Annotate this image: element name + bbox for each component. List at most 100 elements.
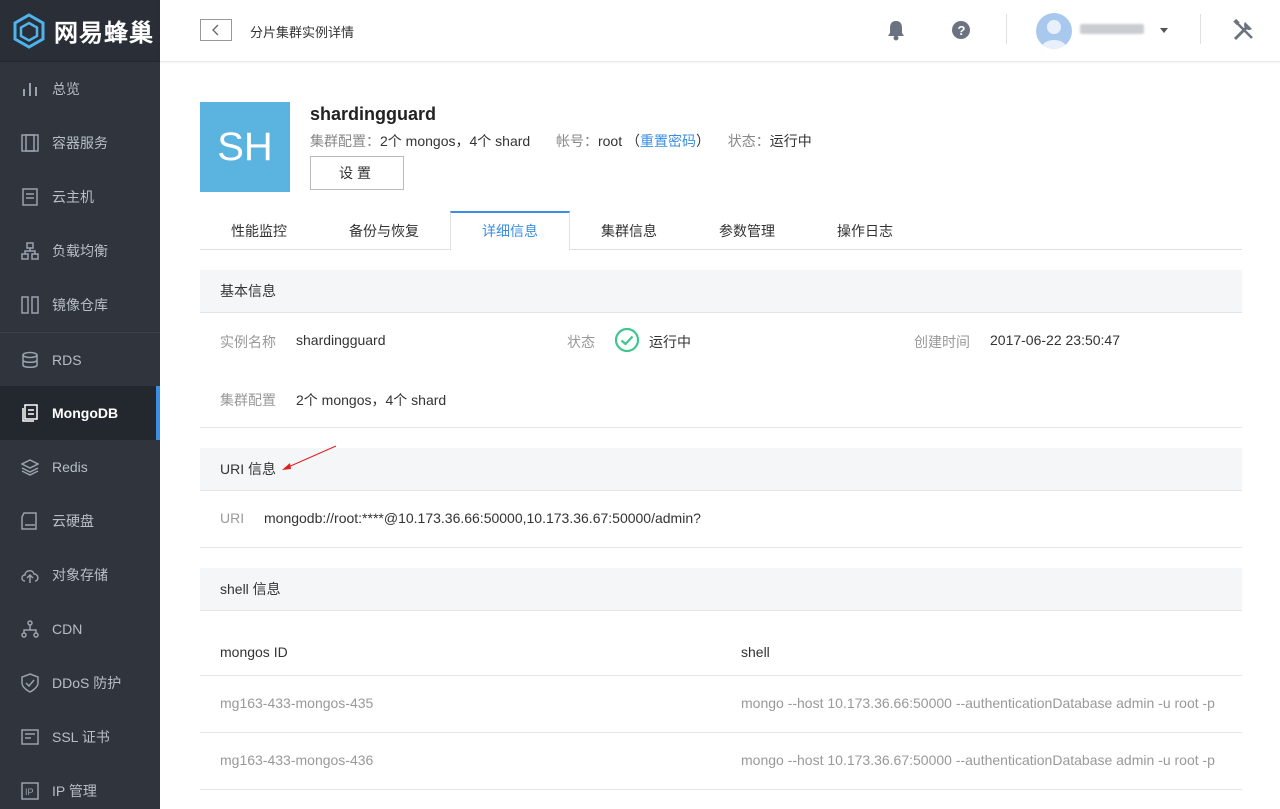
- shell-command-cell[interactable]: mongo --host 10.173.36.67:50000 --authen…: [741, 752, 1215, 768]
- shield-icon: [20, 673, 40, 693]
- tab-details[interactable]: 详细信息: [450, 211, 570, 251]
- annotation-arrow-icon: [282, 445, 337, 470]
- username-redacted[interactable]: [1080, 24, 1144, 34]
- paren-open: （: [625, 133, 640, 149]
- caret-down-icon[interactable]: [1160, 28, 1168, 33]
- page-title: 分片集群实例详情: [250, 25, 355, 40]
- avatar[interactable]: [1036, 13, 1072, 49]
- brand-name: 网易蜂巢: [54, 20, 154, 47]
- column-header-shell: shell: [741, 644, 770, 660]
- notification-button[interactable]: [884, 18, 908, 42]
- created-time-label: 创建时间: [914, 334, 970, 350]
- sidebar-item-container[interactable]: 容器服务: [0, 116, 160, 170]
- sidebar-item-redis[interactable]: Redis: [0, 440, 160, 494]
- sidebar-item-rds[interactable]: RDS: [0, 332, 160, 386]
- sidebar-item-label: DDoS 防护: [52, 675, 122, 691]
- sidebar-item-registry[interactable]: 镜像仓库: [0, 278, 160, 332]
- database-icon: [20, 350, 40, 370]
- cube-logo-icon: [13, 12, 45, 49]
- tab-logs[interactable]: 操作日志: [806, 211, 924, 250]
- sidebar-item-label: SSL 证书: [52, 729, 110, 745]
- status-value: 运行中: [769, 133, 812, 149]
- mongos-id-cell: mg163-433-mongos-435: [220, 695, 374, 711]
- sidebar-item-label: 云硬盘: [52, 513, 94, 529]
- layers-icon: [20, 457, 40, 477]
- divider: [200, 675, 1242, 676]
- tools-button[interactable]: [1232, 18, 1256, 42]
- disk-icon: [20, 511, 40, 531]
- ip-icon: IP: [20, 781, 40, 801]
- account-label: 帐号：: [555, 133, 598, 149]
- back-button[interactable]: [200, 19, 232, 41]
- sidebar-item-mongodb[interactable]: MongoDB: [0, 386, 160, 440]
- account-value: root: [597, 133, 623, 149]
- sidebar-item-storage[interactable]: 对象存储: [0, 548, 160, 602]
- cluster-config-value: 2个 mongos，4个 shard: [380, 133, 531, 149]
- column-header-mongos-id: mongos ID: [220, 644, 288, 660]
- sidebar-item-label: Redis: [52, 459, 88, 475]
- sidebar-item-label: RDS: [52, 351, 82, 368]
- mongos-id-cell: mg163-433-mongos-436: [220, 752, 374, 768]
- uri-info-header: URI 信息: [200, 448, 1242, 491]
- instance-name-label: 实例名称: [220, 334, 276, 350]
- question-circle-icon: ?: [952, 21, 970, 39]
- sidebar-item-overview[interactable]: 总览: [0, 62, 160, 116]
- sidebar-item-loadbalancer[interactable]: 负载均衡: [0, 224, 160, 278]
- sidebar-item-label: CDN: [52, 621, 83, 637]
- sidebar-item-disk[interactable]: 云硬盘: [0, 494, 160, 548]
- sidebar-item-ddos[interactable]: DDoS 防护: [0, 656, 160, 710]
- sidebar-item-label: 云主机: [52, 189, 94, 205]
- help-button[interactable]: ?: [949, 18, 973, 42]
- paren-close: ）: [695, 133, 710, 149]
- shell-command-cell[interactable]: mongo --host 10.173.36.66:50000 --authen…: [741, 695, 1215, 711]
- sidebar-item-label: 总览: [52, 81, 80, 97]
- svg-text:IP: IP: [25, 787, 34, 797]
- tools-icon: [1233, 18, 1253, 41]
- tab-cluster[interactable]: 集群信息: [570, 211, 688, 250]
- header-divider: [1006, 14, 1007, 44]
- sidebar-item-ip[interactable]: IP IP 管理: [0, 764, 160, 809]
- tab-params[interactable]: 参数管理: [688, 211, 806, 250]
- sidebar-item-label: IP 管理: [52, 783, 97, 799]
- sidebar-item-label: 对象存储: [52, 567, 108, 583]
- uri-value[interactable]: mongodb://root:****@10.173.36.66:50000,1…: [264, 510, 701, 526]
- tab-backup[interactable]: 备份与恢复: [318, 211, 450, 250]
- sidebar-item-ssl[interactable]: SSL 证书: [0, 710, 160, 764]
- repository-icon: [20, 295, 40, 315]
- divider: [200, 427, 1242, 428]
- status-label: 状态：: [727, 133, 770, 149]
- created-time-value: 2017-06-22 23:50:47: [990, 332, 1120, 348]
- top-header: 分片集群实例详情 ?: [160, 0, 1280, 62]
- divider: [200, 732, 1242, 733]
- reset-password-link[interactable]: 重置密码: [640, 133, 696, 149]
- cluster-config-label: 集群配置：: [310, 133, 380, 149]
- tab-bar: 性能监控 备份与恢复 详细信息 集群信息 参数管理 操作日志: [200, 211, 1242, 251]
- container-icon: [20, 133, 40, 153]
- certificate-icon: [20, 727, 40, 747]
- tab-performance[interactable]: 性能监控: [200, 211, 318, 250]
- cluster-config-value: 2个 mongos，4个 shard: [296, 392, 447, 408]
- sidebar-item-label: 容器服务: [52, 135, 108, 151]
- server-icon: [20, 187, 40, 207]
- svg-text:?: ?: [958, 23, 966, 38]
- brand-logo[interactable]: 网易蜂巢: [0, 0, 160, 62]
- instance-avatar: SH: [200, 102, 290, 192]
- bar-chart-icon: [20, 79, 40, 99]
- sidebar-nav: 总览 容器服务 云主机 负载均衡 镜像仓库 RDS MongoDB Redis: [0, 62, 160, 809]
- status-label: 状态: [567, 334, 595, 350]
- sidebar-item-label: MongoDB: [52, 405, 119, 421]
- sidebar-item-cvm[interactable]: 云主机: [0, 170, 160, 224]
- divider: [200, 789, 1242, 790]
- divider: [200, 547, 1242, 548]
- settings-button[interactable]: 设置: [310, 156, 404, 190]
- sidebar-item-label: 负载均衡: [52, 243, 108, 259]
- instance-name-value: shardingguard: [296, 332, 386, 348]
- instance-meta: 集群配置：2个 mongos，4个 shard 帐号：root （重置密码） 状…: [310, 131, 812, 151]
- status-value: 运行中: [649, 334, 691, 350]
- instance-name: shardingguard: [310, 104, 437, 124]
- sidebar-item-cdn[interactable]: CDN: [0, 602, 160, 656]
- cloud-upload-icon: [20, 565, 40, 585]
- user-icon: [1041, 20, 1067, 49]
- bell-icon: [888, 21, 904, 41]
- cluster-config-label: 集群配置: [220, 392, 276, 408]
